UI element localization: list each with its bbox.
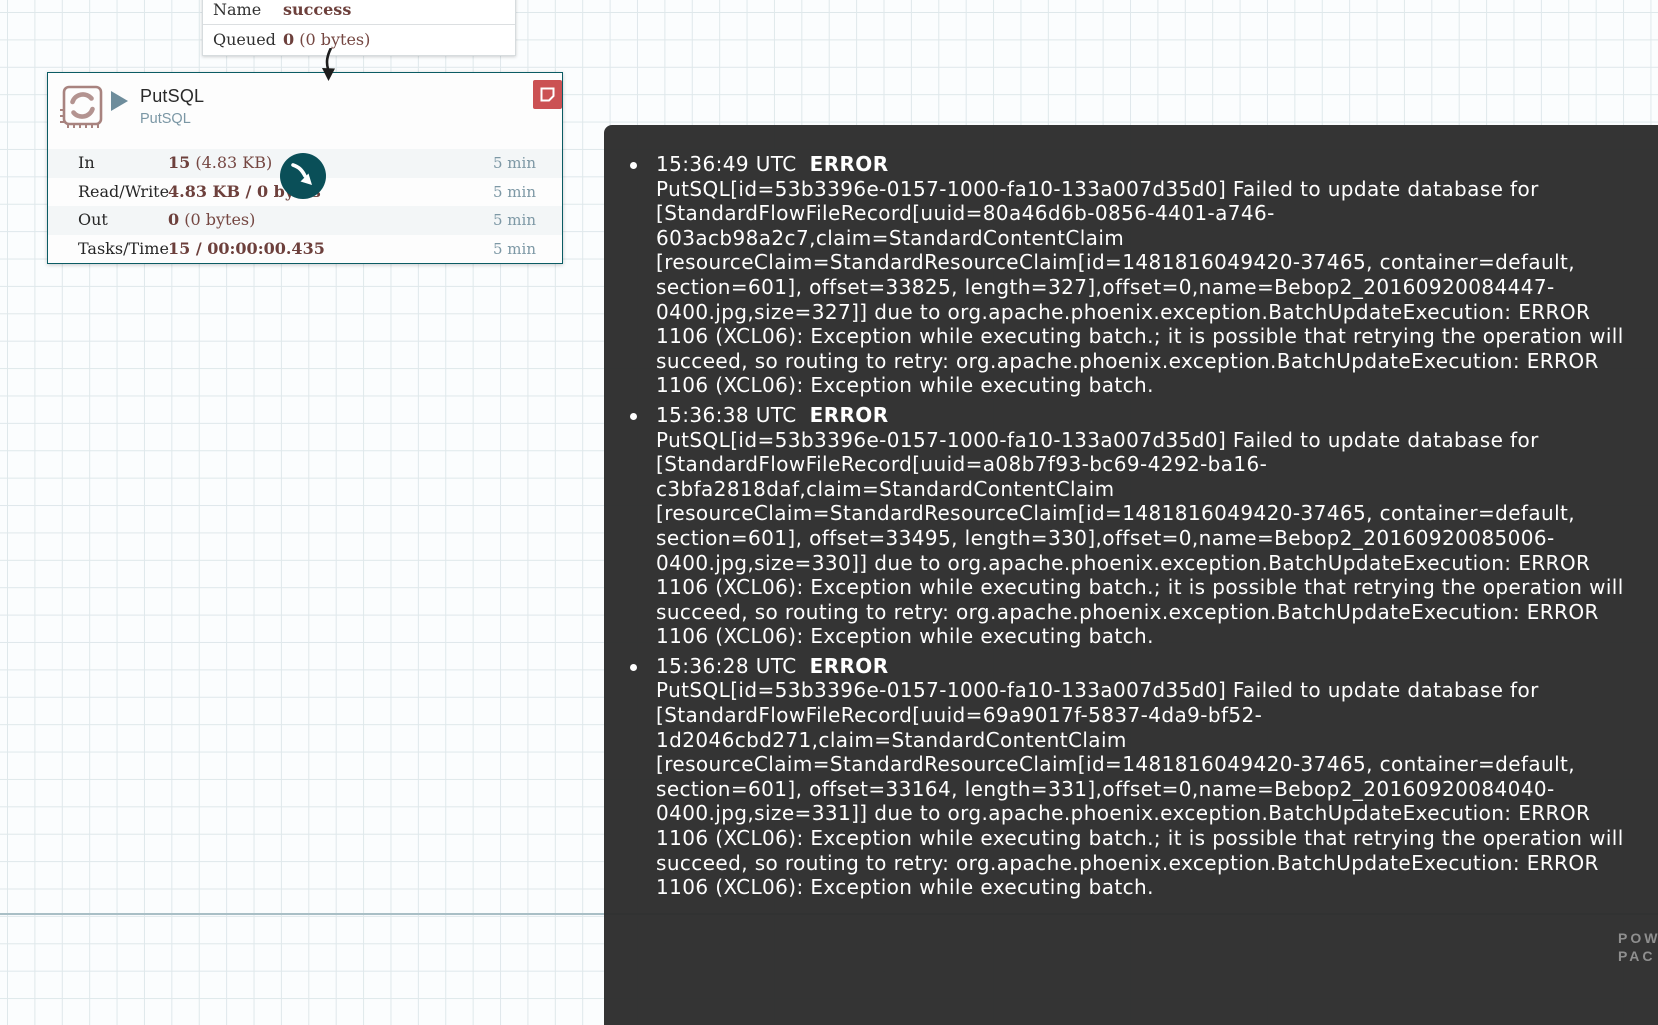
bulletin-time: 15:36:38 UTC [656, 402, 797, 427]
stat-period: 5 min [493, 239, 536, 258]
watermark-line1: POW [1618, 930, 1658, 946]
bulletin-item: 15:36:49 UTC ERROR PutSQL[id=53b3396e-015… [630, 152, 1652, 398]
stat-label: Tasks/Time [78, 238, 169, 258]
stat-period: 5 min [493, 154, 536, 172]
bulletin-severity: ERROR [809, 653, 889, 678]
stat-period: 5 min [493, 182, 536, 201]
stat-label: In [78, 153, 95, 172]
stat-value: 0 [168, 210, 180, 229]
processor-header: PutSQL PutSQL [48, 73, 562, 147]
connection-queued-row: Queued 0 (0 bytes) [203, 25, 515, 54]
bullet-dot [630, 663, 637, 671]
run-status-play-icon [111, 91, 128, 111]
connection-name-value: success [283, 0, 352, 19]
connection-name-row: Name success [203, 0, 515, 25]
connection-name-label: Name [213, 0, 262, 19]
processor-icon [60, 85, 103, 128]
watermark: POW PAC [1618, 929, 1658, 965]
stat-row-out: Out 0 (0 bytes) 5 min [48, 206, 562, 235]
bulletin-message: PutSQL[id=53b3396e-0157-1000-fa10-133a00… [656, 427, 1624, 649]
connection-queued-count: 0 [283, 30, 295, 49]
bulletin-indicator[interactable] [533, 80, 562, 109]
connection-queued-size: (0 bytes) [299, 30, 371, 49]
flow-canvas[interactable]: Name success Queued 0 (0 bytes) PutSQL P… [0, 0, 1658, 1025]
processor-name: PutSQL [140, 86, 205, 106]
bulletin-time: 15:36:28 UTC [656, 653, 797, 678]
connection-down-arrow-icon [322, 48, 335, 81]
connection-endpoint-marker[interactable] [280, 153, 326, 199]
connection-queued-label: Queued [213, 30, 276, 49]
sticky-note-icon [540, 87, 555, 102]
bulletin-message: PutSQL[id=53b3396e-0157-1000-fa10-133a00… [656, 678, 1624, 900]
bullet-dot [630, 412, 637, 420]
bulletin-severity: ERROR [809, 152, 889, 176]
processor-type: PutSQL [140, 111, 191, 127]
stat-label: Out [78, 210, 108, 229]
connection-label[interactable]: Name success Queued 0 (0 bytes) [202, 0, 516, 56]
stat-value: 15 / 00:00:00.435 [168, 238, 325, 258]
bullet-dot [630, 162, 637, 169]
stat-label: Read/Write [78, 181, 170, 201]
stat-row-taskstime: Tasks/Time 15 / 00:00:00.435 5 min [48, 235, 562, 264]
bulletin-time: 15:36:49 UTC [656, 152, 797, 176]
stat-period: 5 min [493, 211, 536, 229]
bulletin-severity: ERROR [809, 402, 889, 427]
bulletin-item: 15:36:28 UTC ERROR PutSQL[id=53b3396e-015… [630, 654, 1652, 900]
bulletin-message: PutSQL[id=53b3396e-0157-1000-fa10-133a00… [656, 176, 1624, 398]
stat-value: 15 [168, 153, 191, 172]
arrow-southeast-icon [291, 163, 312, 185]
bulletin-item: 15:36:38 UTC ERROR PutSQL[id=53b3396e-015… [630, 403, 1652, 649]
bulletin-tooltip: 15:36:49 UTC ERROR PutSQL[id=53b3396e-015… [604, 125, 1658, 1025]
watermark-line2: PAC [1618, 948, 1656, 964]
